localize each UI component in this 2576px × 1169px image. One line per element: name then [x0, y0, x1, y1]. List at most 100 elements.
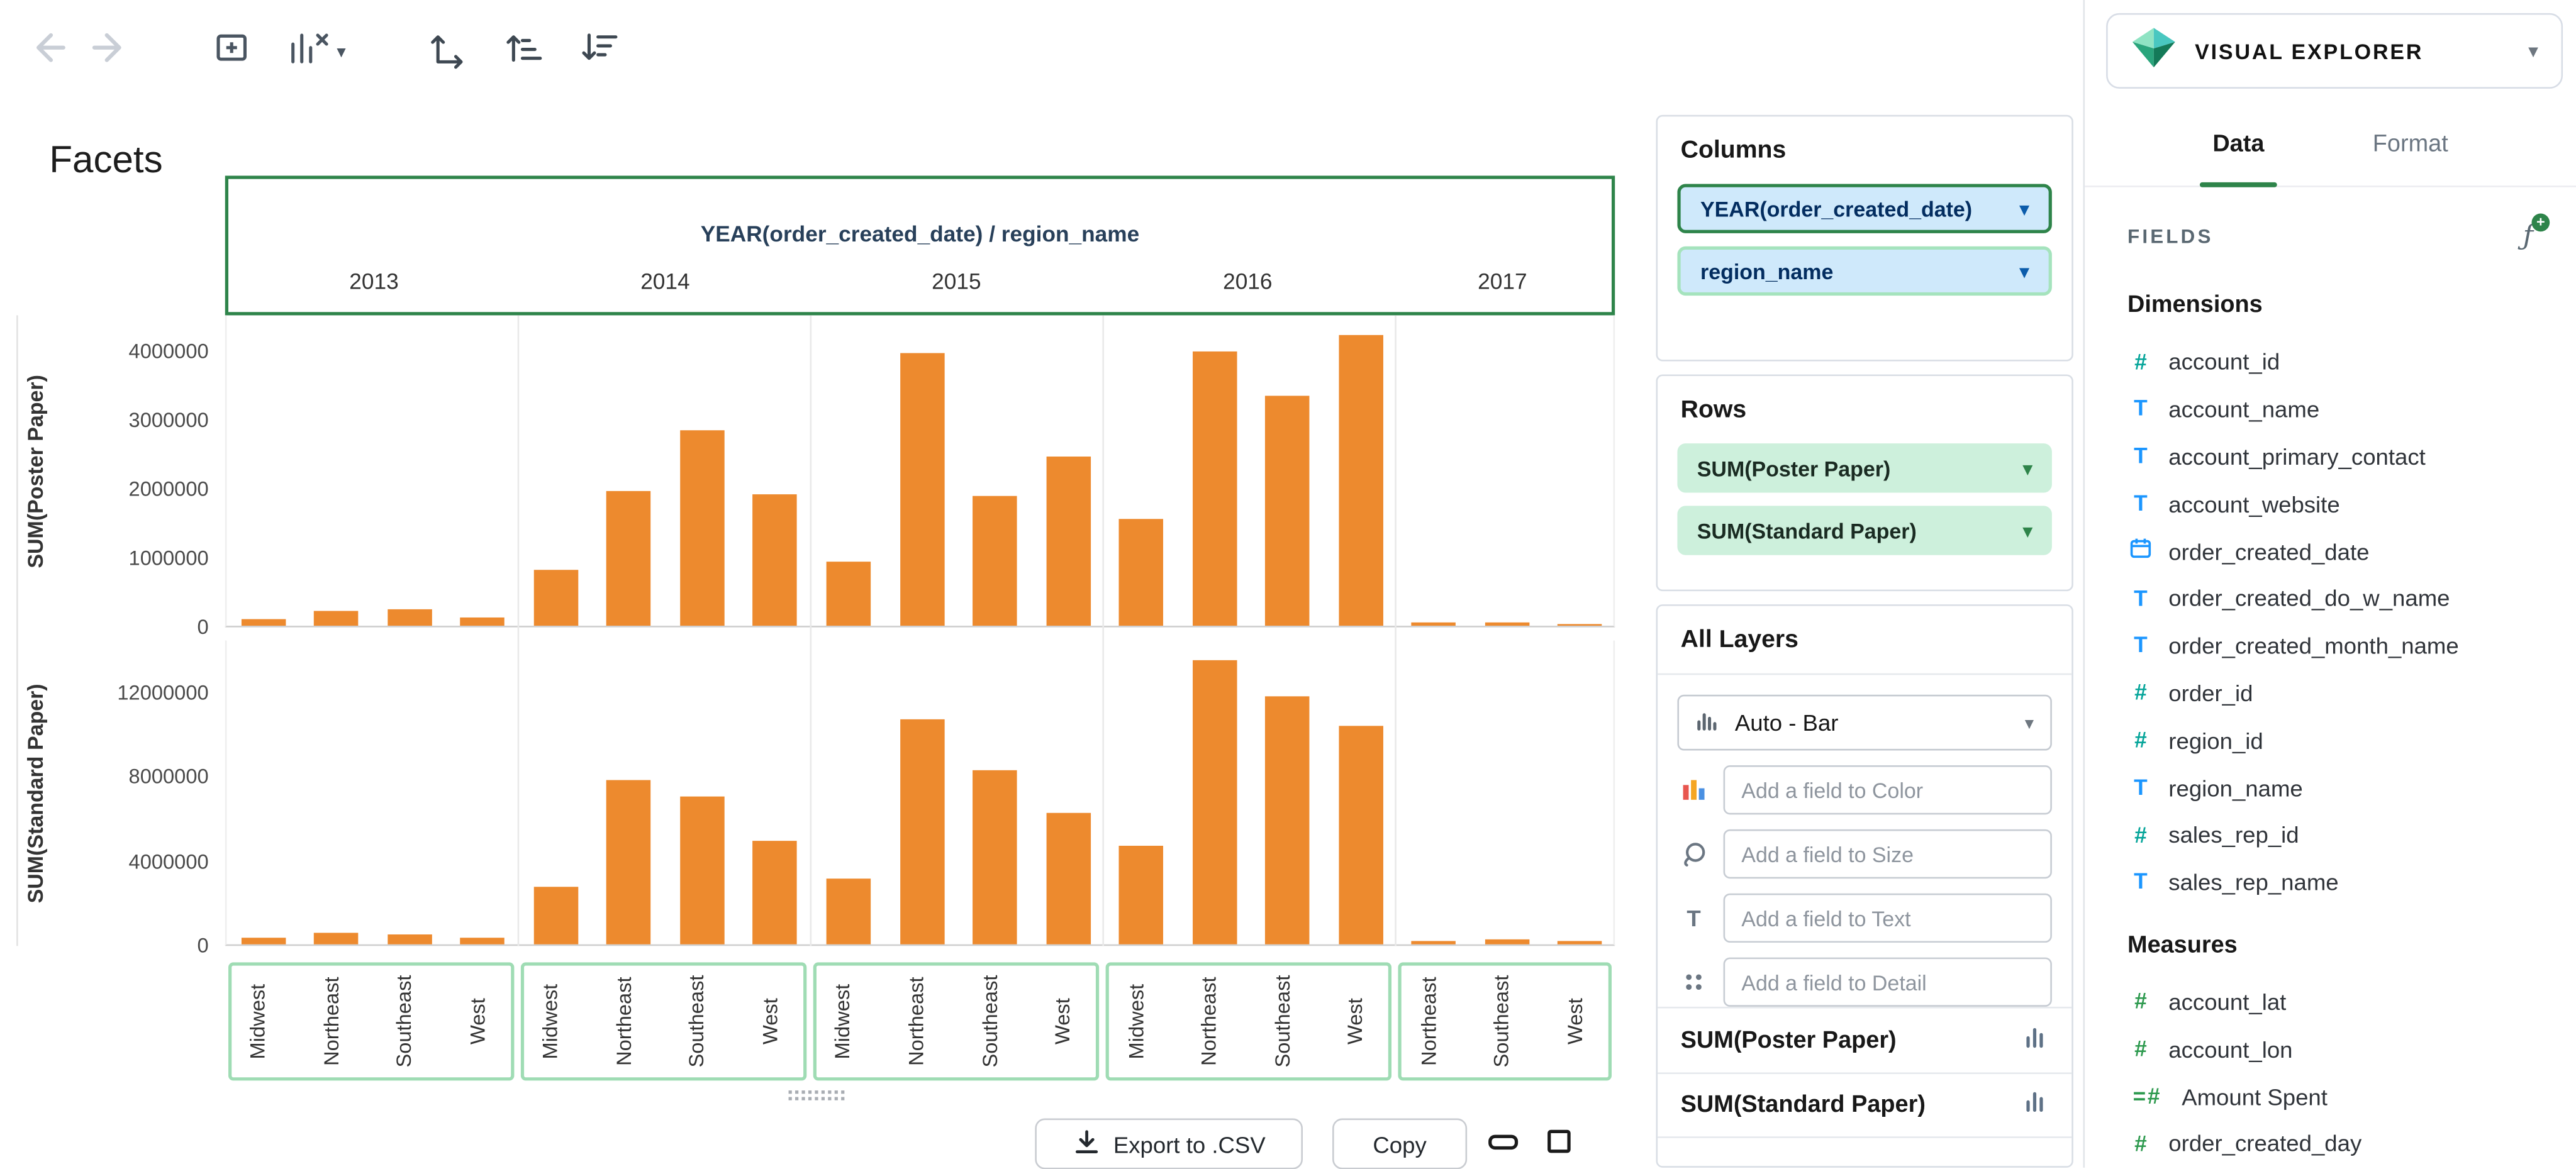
resize-handle[interactable]	[788, 1087, 845, 1105]
field-item[interactable]: # account_lat	[2127, 978, 2550, 1025]
bar[interactable]	[1485, 622, 1529, 626]
bar[interactable]	[1338, 725, 1383, 945]
chart-type-select[interactable]: Auto - Bar ▾	[1677, 694, 2052, 751]
bar[interactable]	[606, 780, 652, 945]
bar[interactable]	[679, 431, 725, 626]
text-field-input[interactable]	[1723, 893, 2052, 943]
chevron-down-icon[interactable]: ▾	[2023, 520, 2032, 541]
expand-icon[interactable]	[1547, 1129, 1571, 1153]
layer-measure-label: SUM(Standard Paper)	[1680, 1092, 1926, 1119]
pill-label: region_name	[1700, 258, 1834, 284]
chevron-down-icon[interactable]: ▾	[2020, 198, 2029, 219]
field-item[interactable]: # region_id	[2127, 717, 2550, 764]
field-item[interactable]: Tregion_name	[2127, 764, 2550, 811]
field-item[interactable]: Torder_created_month_name	[2127, 622, 2550, 669]
visual-explorer-menu[interactable]: VISUAL EXPLORER ▾	[2106, 13, 2563, 89]
detail-field-input[interactable]	[1723, 957, 2052, 1007]
measures-label: Measures	[2127, 932, 2238, 959]
bar[interactable]	[1045, 457, 1090, 626]
color-icon	[1677, 777, 1710, 803]
bar-chart-icon	[2022, 1089, 2049, 1121]
bar[interactable]	[460, 617, 505, 626]
field-item[interactable]: Torder_created_do_w_name	[2127, 575, 2550, 622]
redo-button[interactable]	[79, 23, 135, 79]
bar[interactable]	[753, 494, 798, 626]
color-field-input[interactable]	[1723, 765, 2052, 815]
bar[interactable]	[1411, 941, 1456, 945]
bar[interactable]	[753, 839, 798, 945]
field-label: order_created_month_name	[2168, 632, 2459, 659]
bar[interactable]	[1558, 941, 1602, 945]
column-pill-region[interactable]: region_name ▾	[1677, 246, 2052, 296]
x-axis-label: Northeast	[1198, 977, 1221, 1067]
chevron-down-icon[interactable]: ▾	[2528, 40, 2538, 63]
bar[interactable]	[1411, 623, 1456, 626]
copy-button[interactable]: Copy	[1332, 1118, 1468, 1169]
size-field-input[interactable]	[1723, 829, 2052, 879]
layer-measure-poster[interactable]: SUM(Poster Paper)	[1658, 1006, 2072, 1072]
field-item[interactable]: # order_id	[2127, 669, 2550, 716]
field-item[interactable]: # account_lon	[2127, 1026, 2550, 1073]
bar[interactable]	[533, 570, 578, 626]
bar[interactable]	[973, 496, 1017, 626]
number-field-icon: #	[2134, 727, 2147, 753]
sort-ascending-button[interactable]	[500, 23, 543, 79]
bar[interactable]	[606, 490, 652, 626]
field-item[interactable]: Tsales_rep_name	[2127, 858, 2550, 906]
formula-add-icon[interactable]: ƒ +	[2523, 213, 2550, 253]
row-pill-poster[interactable]: SUM(Poster Paper) ▾	[1677, 443, 2052, 493]
field-item[interactable]: # sales_rep_id	[2127, 811, 2550, 858]
bar[interactable]	[1485, 939, 1529, 945]
bar[interactable]	[241, 938, 286, 945]
bar[interactable]	[387, 934, 432, 945]
bar[interactable]	[241, 619, 286, 626]
field-label: order_created_date	[2168, 538, 2370, 565]
text-field-icon: T	[2134, 396, 2148, 421]
bar[interactable]	[973, 769, 1017, 945]
bar[interactable]	[387, 609, 432, 626]
add-widget-button[interactable]	[210, 23, 253, 79]
bar[interactable]	[533, 887, 578, 945]
bar[interactable]	[899, 719, 944, 945]
field-item[interactable]: # order_created_day	[2127, 1120, 2550, 1167]
row-pill-standard[interactable]: SUM(Standard Paper) ▾	[1677, 506, 2052, 555]
x-axis-area: Midwest Northeast Southeast West Midwest Nort…	[225, 962, 1615, 1083]
bar[interactable]	[1118, 845, 1164, 945]
column-pill-year[interactable]: YEAR(order_created_date) ▾	[1677, 184, 2052, 233]
collapse-icon[interactable]	[1488, 1134, 1519, 1150]
swap-axes-button[interactable]	[425, 23, 467, 79]
field-item[interactable]: # account_id	[2127, 338, 2550, 385]
bar-chart-icon	[1695, 708, 1720, 738]
bar[interactable]	[899, 353, 944, 626]
field-item[interactable]: Taccount_website	[2127, 480, 2550, 528]
bar[interactable]	[1191, 660, 1237, 945]
chevron-down-icon[interactable]: ▾	[2025, 712, 2034, 733]
bar[interactable]	[826, 561, 871, 626]
tab-format[interactable]: Format	[2366, 102, 2455, 187]
bar[interactable]	[314, 611, 359, 626]
bar[interactable]	[1191, 352, 1237, 626]
export-csv-button[interactable]: Export to .CSV	[1035, 1118, 1303, 1169]
bar[interactable]	[679, 797, 725, 945]
bar[interactable]	[826, 878, 871, 945]
field-item[interactable]: Taccount_primary_contact	[2127, 433, 2550, 480]
field-item[interactable]: Taccount_name	[2127, 385, 2550, 433]
chevron-down-icon[interactable]: ▾	[2020, 260, 2029, 282]
bar[interactable]	[1265, 396, 1310, 626]
bar[interactable]	[1265, 695, 1310, 945]
bar[interactable]	[460, 938, 505, 945]
tab-data[interactable]: Data	[2199, 102, 2278, 187]
bar[interactable]	[314, 932, 359, 945]
field-item[interactable]: =# Amount Spent	[2127, 1073, 2550, 1120]
field-item[interactable]: order_created_date	[2127, 528, 2550, 575]
sort-descending-button[interactable]	[576, 23, 618, 79]
bar[interactable]	[1558, 623, 1602, 626]
bar[interactable]	[1045, 814, 1090, 945]
chevron-down-icon[interactable]: ▾	[2023, 457, 2032, 479]
columns-shelf: Columns YEAR(order_created_date) ▾ regio…	[1656, 114, 2073, 362]
undo-button[interactable]	[23, 23, 79, 79]
bar[interactable]	[1338, 335, 1383, 626]
bar[interactable]	[1118, 518, 1164, 626]
chart-options-button[interactable]: ▾	[286, 23, 346, 79]
layer-measure-standard[interactable]: SUM(Standard Paper)	[1658, 1072, 2072, 1138]
